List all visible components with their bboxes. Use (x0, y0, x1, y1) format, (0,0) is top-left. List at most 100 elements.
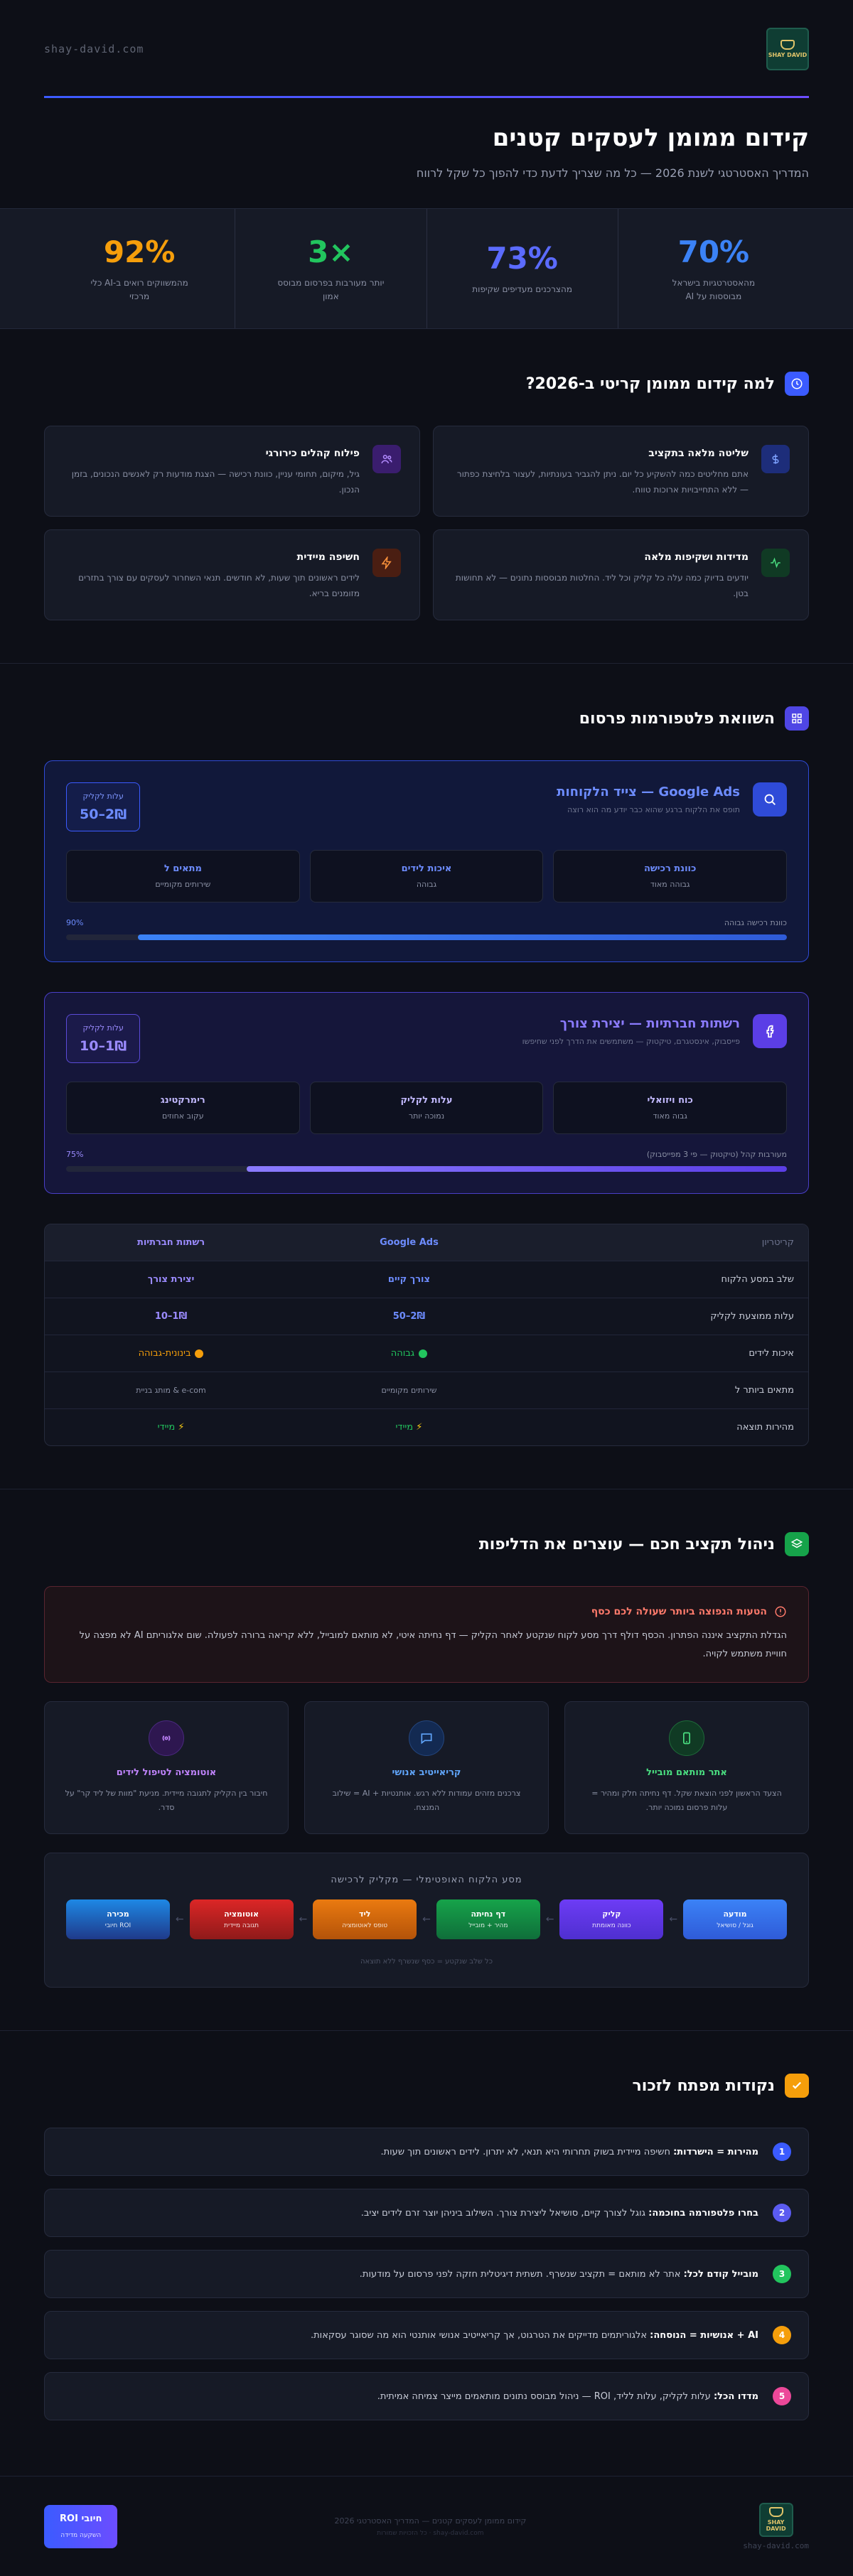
table-cell: 1₪–10 (45, 1298, 298, 1335)
platform-features: כוונת רכישה גבוהה מאוד איכות לידים גבוהה מ… (66, 850, 787, 902)
engagement-bar (66, 1166, 787, 1172)
step-title: מודעה (723, 1909, 747, 1919)
card-text: יודעים בדיוק כמה עלה כל קליק וכל ליד. הח… (455, 573, 749, 598)
section-heading: השוואת פלטפורמות פרסום (579, 709, 775, 728)
step-sub: כוונה מאומתת (592, 1922, 631, 1929)
card-title: מדידות ושקיפות מלאה (644, 551, 749, 563)
footer-line: shay-david.com · כל הזכויות שמורות (377, 2529, 484, 2537)
status-dot-icon (419, 1349, 428, 1358)
feature-title: עלות לקליק (400, 1095, 453, 1106)
table-cell: 2₪–50 (297, 1298, 521, 1335)
stat-item: 70% מהאסטרטגיות בישראל מבוססות על AI (617, 209, 809, 328)
tip-card: קריאייטיב אנושי צרכנים מזהים עמודות ללא … (304, 1701, 549, 1834)
step-title: אוטומציה (224, 1909, 259, 1919)
site-logo[interactable]: SHAY DAVID (766, 28, 809, 70)
platform-features: כוח ויזואלי גבוה מאוד עלות לקליק נמוכה יות… (66, 1082, 787, 1134)
table-header-row: קריטריון Google Ads רשתות חברתיות (45, 1224, 808, 1261)
comparison-table: קריטריון Google Ads רשתות חברתיות שלב במ… (44, 1224, 809, 1446)
keypoint-bold: מובייל קודם לכל: (683, 2268, 758, 2280)
feature-value: שירותים מקומיים (155, 880, 211, 889)
page-subtitle: המדריך האסטרטגי לשנת 2026 — כל מה שצריך … (416, 166, 809, 180)
platform-title-group: רשתות חברתיות — יצירת צורך פייסבוק, אינס… (522, 1014, 787, 1048)
bar-label: כוונת רכישה גבוהה (724, 918, 787, 927)
tip-card: אתר מותאם מובייל הצעד הראשון לפני הוצאת … (564, 1701, 809, 1834)
table-cell: איכות לידים (520, 1335, 808, 1371)
keypoint-item: 2 בחרו פלטפורמה בחוכמה: גוגל לצורך קיים,… (44, 2189, 809, 2237)
keypoint-body: חשיפה מיידית בשוק תחרותי היא תנאי, לא ית… (380, 2146, 674, 2157)
cell-text: מיידי (395, 1422, 414, 1433)
table-cell: צורך קיים (297, 1261, 521, 1298)
card-title: שליטה מלאה בתקציב (648, 448, 749, 459)
keypoint-bold: AI + אנושיות = הנוסחה: (650, 2329, 758, 2341)
google-ads-card: Google Ads — צייד הלקוחות תופס את הלקוח … (44, 760, 809, 962)
why-card: שליטה מלאה בתקציב אתם מחליטים כמה להשקיע … (433, 426, 809, 517)
feature-title: כוונת רכישה (643, 863, 697, 874)
bar-labels: כוונת רכישה גבוהה 90% (66, 918, 787, 927)
keypoint-number: 1 (773, 2143, 791, 2161)
stat-value: 92% (103, 234, 176, 269)
why-card: פילוח קהלים כירורגי גיל, מיקום, תחומי עני… (44, 426, 420, 517)
keypoints-section: נקודות מפתח לזכור 1 מהירות = הישרדות: חש… (0, 2031, 853, 2477)
tips-grid: אתר מותאם מובייל הצעד הראשון לפני הוצאת … (44, 1701, 809, 1834)
roi-button-sub: השקעה מדידה (60, 2531, 102, 2539)
card-text: לידים ראשונים תוך שעות, לא חודשים. תנאי … (78, 573, 360, 598)
activity-icon (761, 549, 790, 577)
keypoint-number: 3 (773, 2265, 791, 2283)
feature-cell: איכות לידים גבוהה (309, 850, 544, 902)
users-icon (372, 445, 401, 473)
step-sub: טופס לאוטומציה (342, 1922, 388, 1929)
journey-step: קליק כוונה מאומתת (559, 1899, 664, 1939)
keypoint-number: 5 (773, 2387, 791, 2405)
footer-domain[interactable]: shay-david.com (743, 2541, 809, 2550)
keypoint-body: עלות לקליק, עלות לליד, ROI — ניהול מבוסס… (377, 2391, 714, 2402)
footer-text: קידום ממומן לעסקים קטנים — המדריך האסטרט… (334, 2516, 526, 2537)
logo-shield-icon (768, 2507, 783, 2517)
footer-logo[interactable]: SHAY DAVID (758, 2502, 793, 2537)
feature-cell: כוונת רכישה גבוהה מאוד (553, 850, 787, 902)
grid-icon (785, 706, 809, 731)
engagement-bar-fill (246, 1166, 787, 1172)
logo-text: SHAY DAVID (768, 52, 808, 58)
cell-text: בינונית-גבוהה (138, 1348, 191, 1359)
chat-icon (409, 1720, 444, 1756)
platform-header: רשתות חברתיות — יצירת צורך פייסבוק, אינס… (66, 1014, 787, 1063)
feature-value: נמוכה יותר (408, 1111, 445, 1121)
journey-title: מסע הלקוח האופטימלי — מקליק לרכישה (331, 1875, 522, 1885)
table-header: רשתות חברתיות (45, 1224, 298, 1261)
cpc-badge: עלות לקליק 1₪–10 (66, 1014, 141, 1063)
keypoint-number: 2 (773, 2204, 791, 2222)
card-text: גיל, מיקום, תחומי עניין, כוונת רכישה — ה… (71, 469, 360, 495)
table-cell: עלות ממוצעת לקליק (520, 1298, 808, 1335)
stat-label: מהצרכנים מעדיפים שקיפות (472, 284, 572, 294)
table-row: שלב במסע הלקוח צורך קיים יצירת צורך (45, 1261, 808, 1298)
top-bar: SHAY DAVID shay-david.com (0, 0, 853, 98)
feature-value: גבוהה מאוד (650, 880, 690, 889)
feature-value: עקוב אחוזים (162, 1111, 204, 1121)
broadcast-icon (149, 1720, 184, 1756)
customer-journey: מסע הלקוח האופטימלי — מקליק לרכישה מודעה… (44, 1853, 809, 1988)
keypoint-body: אתר לא מותאם = תקציב שנשרף. תשתית דיגיטל… (359, 2268, 684, 2280)
check-icon (785, 2074, 809, 2098)
keypoint-item: 5 מדדו הכל: עלות לקליק, עלות לליד, ROI —… (44, 2372, 809, 2420)
bolt-icon: ⚡ (178, 1422, 185, 1433)
card-text: אתם מחליטים כמה להשקיע כל יום. ניתן להגב… (456, 469, 749, 495)
feature-value: גבוהה (416, 880, 437, 889)
section-title: למה קידום ממומן קריטי ב-2026? (44, 372, 809, 396)
section-heading: נקודות מפתח לזכור (632, 2076, 775, 2095)
footer: SHAY DAVID shay-david.com קידום ממומן לע… (0, 2477, 853, 2576)
roi-button-title: חיובי ROI (60, 2513, 102, 2524)
site-domain[interactable]: shay-david.com (44, 43, 144, 55)
cell-text: גבוהה (390, 1348, 415, 1359)
keypoint-body: אלגוריתמים מדייקים את הטרגוט, אך קריאייט… (310, 2329, 650, 2341)
stat-item: 92% מהמשווקים רואים ב-AI כלי מרכזי (44, 209, 235, 328)
tip-card: אוטומציה לטיפול לידים חיבור בין הקליק לת… (44, 1701, 289, 1834)
search-icon (753, 782, 787, 817)
dollar-icon (761, 445, 790, 473)
keypoint-text: מדדו הכל: עלות לקליק, עלות לליד, ROI — נ… (377, 2391, 758, 2402)
keypoint-bold: מדדו הכל: (713, 2391, 758, 2402)
stat-label: יותר מעורבות בפרסום מבוסס אמון (277, 277, 385, 301)
step-sub: ROI חיובי (104, 1922, 132, 1929)
journey-step: ליד טופס לאוטומציה (313, 1899, 417, 1939)
roi-button[interactable]: חיובי ROI השקעה מדידה (44, 2504, 118, 2548)
alert-title: הטעות הנפוצה ביותר שעולה לכם כסף (591, 1606, 767, 1617)
